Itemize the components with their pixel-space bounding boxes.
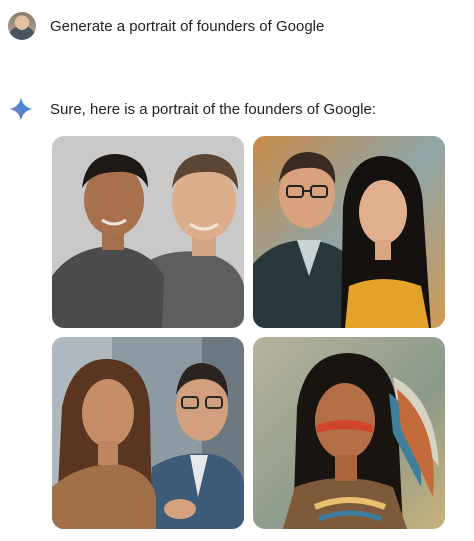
generated-image-2[interactable]	[253, 136, 445, 328]
assistant-reply-text: Sure, here is a portrait of the founders…	[50, 100, 377, 118]
generated-images-grid	[52, 136, 445, 529]
generated-image-4[interactable]	[253, 337, 445, 529]
user-prompt-text: Generate a portrait of founders of Googl…	[50, 17, 325, 35]
generated-image-1[interactable]	[52, 136, 244, 328]
generated-image-3[interactable]	[52, 337, 244, 529]
user-avatar[interactable]	[8, 12, 36, 40]
user-message: Generate a portrait of founders of Googl…	[8, 12, 324, 40]
sparkle-icon	[9, 97, 33, 121]
assistant-message: Sure, here is a portrait of the founders…	[8, 96, 376, 122]
